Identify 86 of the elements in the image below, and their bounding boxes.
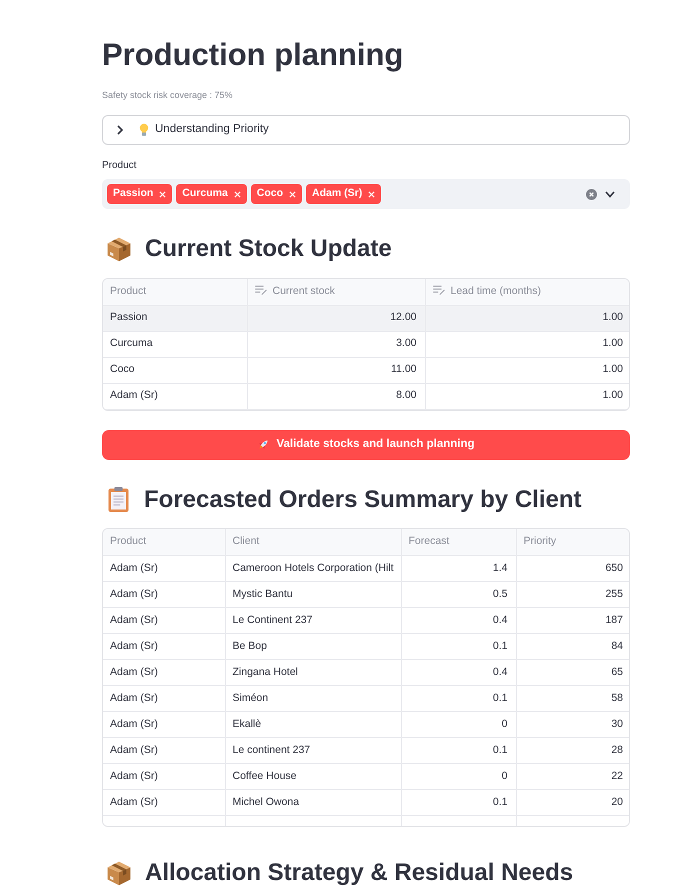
expander-header[interactable]: Understanding Priority (102, 115, 630, 145)
product-tag[interactable]: Adam (Sr) (306, 184, 382, 204)
section-heading: Forecasted Orders Summary by Client (144, 484, 582, 514)
table-cell: 1.00 (425, 331, 629, 357)
table-cell: 0 (401, 712, 516, 738)
table-cell: 3.00 (247, 331, 425, 357)
table-cell: 84 (516, 634, 629, 660)
table-cell: Adam (Sr) (103, 738, 225, 764)
column-header[interactable]: Current stock (247, 279, 425, 305)
table-cell: Adam (Sr) (103, 556, 225, 582)
multiselect-field[interactable]: Passion Curcuma Coco Adam (Sr) (102, 179, 630, 209)
table-cell: Adam (Sr) (103, 790, 225, 816)
table-cell: 0.1 (401, 790, 516, 816)
column-header[interactable]: Product (103, 279, 247, 305)
table-cell: 65 (516, 660, 629, 686)
table-cell: Le continent 237 (225, 738, 401, 764)
table-cell: 1.00 (425, 383, 629, 409)
rocket-icon (257, 438, 270, 451)
table-cell: 0.1 (401, 686, 516, 712)
box-icon (106, 860, 132, 886)
close-icon (368, 190, 376, 198)
table-cell: 255 (516, 582, 629, 608)
table-cell: 22 (516, 764, 629, 790)
table-cell: Passion (103, 305, 247, 331)
table-cell: 0.5 (401, 582, 516, 608)
table-cell: 1.00 (425, 357, 629, 383)
table-cell: Curcuma (103, 331, 247, 357)
edit-icon (432, 284, 444, 295)
column-header[interactable]: Product (103, 528, 225, 556)
page-title: Production planning (102, 36, 404, 74)
product-tag[interactable]: Coco (250, 184, 302, 204)
table-cell: Coffee House (225, 764, 401, 790)
table-cell: 1.00 (425, 305, 629, 331)
close-icon (234, 190, 241, 198)
column-header[interactable]: Priority (516, 528, 629, 556)
chevron-right-icon (116, 125, 124, 135)
table-cell: Mystic Bantu (225, 582, 401, 608)
table-cell: Adam (Sr) (103, 608, 225, 634)
edit-icon (254, 284, 266, 295)
table-cell: Zingana Hotel (225, 660, 401, 686)
section-heading: Allocation Strategy & Residual Needs (145, 858, 574, 888)
product-tag[interactable]: Passion (107, 184, 172, 204)
close-icon (289, 190, 296, 198)
table-cell: Siméon (225, 686, 401, 712)
table-cell: 650 (516, 556, 629, 582)
product-tag[interactable]: Curcuma (176, 184, 247, 204)
table-cell: 30 (516, 712, 629, 738)
table-cell: Cameroon Hotels Corporation (Hilt (225, 556, 401, 582)
table-cell: Adam (Sr) (103, 660, 225, 686)
close-icon (159, 190, 166, 198)
column-header[interactable]: Client (225, 528, 401, 556)
table-cell: 20 (516, 790, 629, 816)
table-cell: 187 (516, 608, 629, 634)
clear-icon (586, 188, 597, 200)
table-cell: Adam (Sr) (103, 764, 225, 790)
launch-planning-button[interactable]: Validate stocks and launch planning (102, 430, 630, 460)
table-cell: 1.4 (401, 556, 516, 582)
table-cell: Adam (Sr) (103, 582, 225, 608)
column-header[interactable]: Forecast (401, 528, 516, 556)
table-cell: Adam (Sr) (103, 712, 225, 738)
table-cell: 0.1 (401, 738, 516, 764)
table-cell: Be Bop (225, 634, 401, 660)
chevron-down-icon (605, 190, 615, 198)
table-cell: 8.00 (247, 383, 425, 409)
clipboard-icon (106, 486, 131, 513)
table-cell: Michel Owona (225, 790, 401, 816)
table-cell: 0.4 (401, 608, 516, 634)
lightbulb-icon (139, 123, 149, 137)
section-heading: Current Stock Update (145, 234, 392, 264)
table-cell: Adam (Sr) (103, 383, 247, 409)
table-cell: 58 (516, 686, 629, 712)
table-cell: 0.4 (401, 660, 516, 686)
table-cell: Coco (103, 357, 247, 383)
box-icon (106, 236, 132, 262)
table-cell: 11.00 (247, 357, 425, 383)
field-label: Product (102, 160, 138, 172)
table-cell: 0.1 (401, 634, 516, 660)
caption-text: Safety stock risk coverage : 75% (102, 89, 234, 102)
table-cell: 12.00 (247, 305, 425, 331)
column-header[interactable]: Lead time (months) (425, 279, 629, 305)
table-cell: 0 (401, 764, 516, 790)
table-cell: Adam (Sr) (103, 634, 225, 660)
table-cell: 28 (516, 738, 629, 764)
table-cell: Le Continent 237 (225, 608, 401, 634)
table-cell: Adam (Sr) (103, 686, 225, 712)
table-cell: Ekallè (225, 712, 401, 738)
